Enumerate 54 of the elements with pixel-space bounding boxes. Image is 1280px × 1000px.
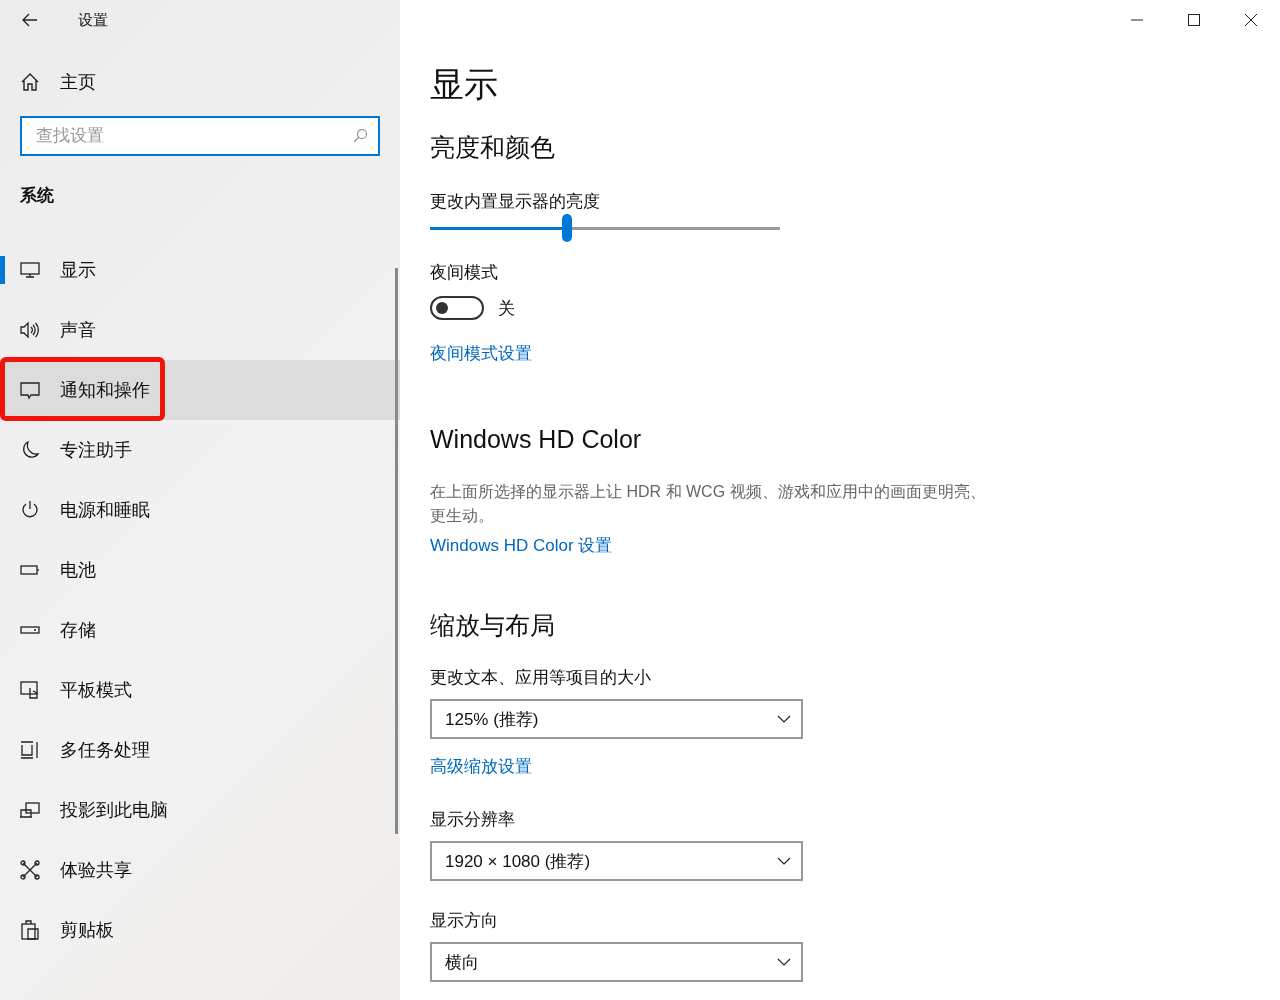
section-heading: 缩放与布局 bbox=[430, 610, 556, 642]
sidebar-item[interactable]: 电池 bbox=[0, 540, 400, 600]
share-icon bbox=[20, 860, 40, 880]
power-icon bbox=[20, 500, 40, 520]
back-icon[interactable] bbox=[22, 13, 38, 27]
hdr-description: 在上面所选择的显示器上让 HDR 和 WCG 视频、游戏和应用中的画面更明亮、更生动。 bbox=[430, 482, 987, 527]
slider-thumb[interactable] bbox=[561, 214, 572, 243]
moon-icon bbox=[20, 440, 40, 460]
dropdown-label: 显示分辨率 bbox=[430, 809, 516, 832]
dropdown[interactable]: 1920 × 1080 (推荐) bbox=[430, 841, 803, 882]
message-icon bbox=[20, 380, 40, 400]
maximize-icon[interactable] bbox=[1187, 13, 1201, 27]
home-icon bbox=[20, 72, 40, 92]
sidebar-item[interactable]: 体验共享 bbox=[0, 840, 400, 900]
speaker-icon bbox=[20, 320, 40, 340]
projector-icon bbox=[20, 800, 40, 820]
window-title: 设置 bbox=[78, 10, 108, 30]
section-heading: 系统 bbox=[20, 185, 55, 207]
sidebar-item[interactable]: 专注助手 bbox=[0, 420, 400, 480]
home-item[interactable]: 主页 bbox=[20, 70, 140, 94]
dropdown[interactable]: 125% (推荐) bbox=[430, 699, 803, 740]
sidebar-item[interactable]: 声音 bbox=[0, 300, 400, 360]
search-icon bbox=[352, 128, 368, 144]
dropdown-label: 更改文本、应用等项目的大小 bbox=[430, 667, 652, 690]
slider-label: 更改内置显示器的亮度 bbox=[430, 191, 601, 214]
chevron-icon bbox=[777, 857, 791, 866]
section-heading: 亮度和颜色 bbox=[430, 132, 556, 164]
windows-icon bbox=[20, 740, 40, 760]
section-heading: Windows HD Color bbox=[430, 425, 643, 455]
close-icon[interactable] bbox=[1244, 13, 1258, 27]
scrollbar[interactable] bbox=[395, 268, 398, 834]
sidebar-item[interactable]: 平板模式 bbox=[0, 660, 400, 720]
hdr-settings-link[interactable]: Windows HD Color 设置 bbox=[430, 534, 613, 558]
search-field[interactable]: 查找设置 bbox=[20, 116, 380, 156]
scaling-link[interactable]: 高级缩放设置 bbox=[430, 755, 532, 779]
monitor-icon bbox=[20, 260, 40, 280]
toggle-label: 夜间模式 bbox=[430, 262, 499, 285]
dropdown[interactable]: 横向 bbox=[430, 942, 803, 983]
dropdown-label: 显示方向 bbox=[430, 910, 499, 933]
clipboard-icon bbox=[20, 920, 40, 940]
sidebar-item[interactable]: 电源和睡眠 bbox=[0, 480, 400, 540]
sidebar-item[interactable]: 通知和操作 bbox=[0, 360, 400, 420]
night-light-link[interactable]: 夜间模式设置 bbox=[430, 342, 532, 366]
page-title: 显示 bbox=[430, 66, 499, 104]
tablet-icon bbox=[20, 680, 40, 700]
chevron-icon bbox=[777, 715, 791, 724]
brightness-slider[interactable] bbox=[430, 213, 780, 244]
sidebar-item[interactable]: 存储 bbox=[0, 600, 400, 660]
night-light-toggle[interactable] bbox=[430, 296, 484, 321]
sidebar-item[interactable]: 剪贴板 bbox=[0, 900, 400, 960]
sidebar-item[interactable]: 投影到此电脑 bbox=[0, 780, 400, 840]
chevron-icon bbox=[777, 958, 791, 967]
sidebar-item[interactable]: 多任务处理 bbox=[0, 720, 400, 780]
toggle-state: 关 bbox=[498, 297, 515, 320]
